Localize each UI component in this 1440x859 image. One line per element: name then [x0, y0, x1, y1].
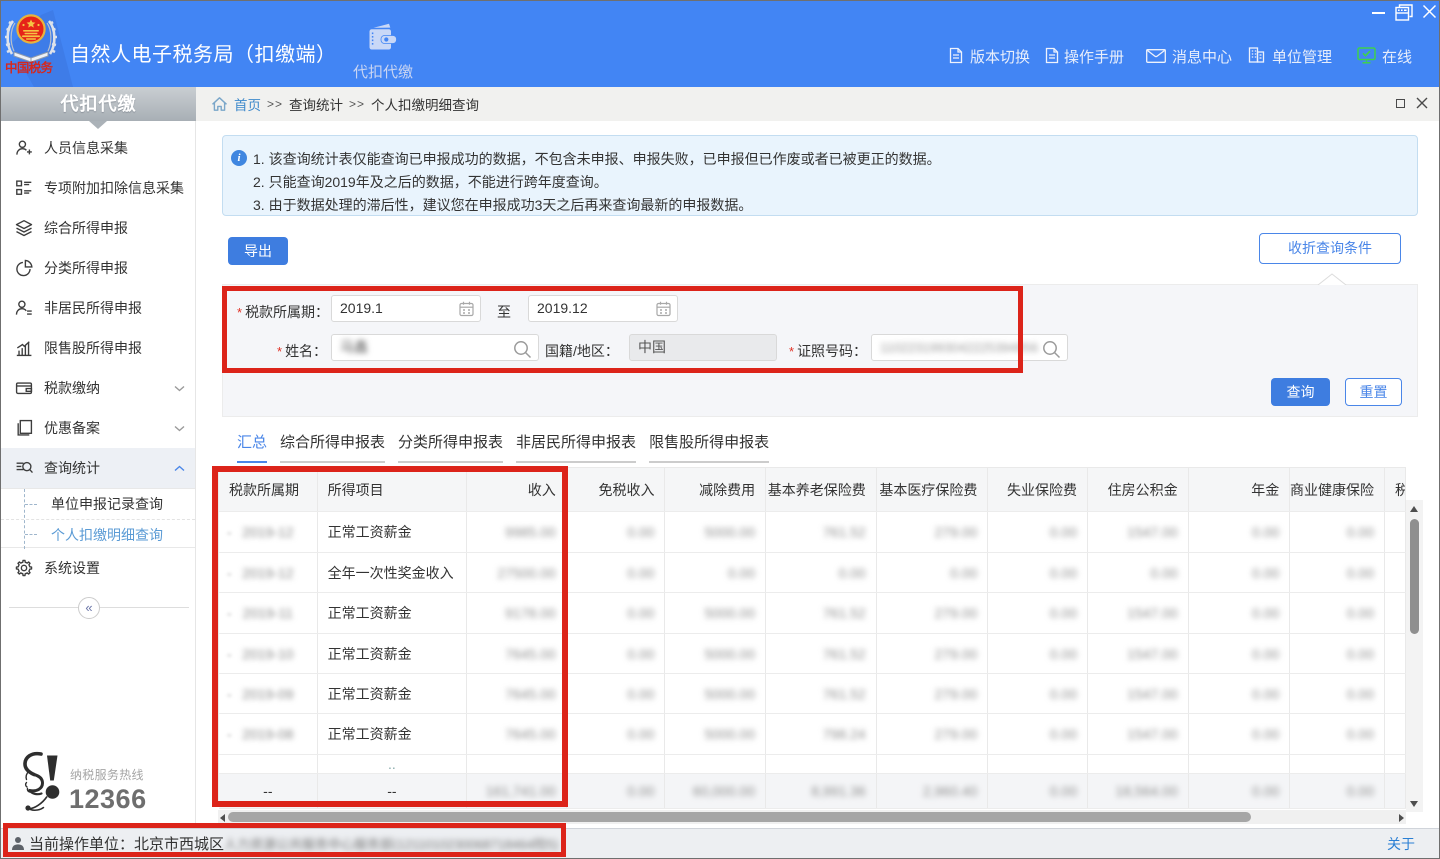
- svg-text:中国税务: 中国税务: [5, 60, 53, 74]
